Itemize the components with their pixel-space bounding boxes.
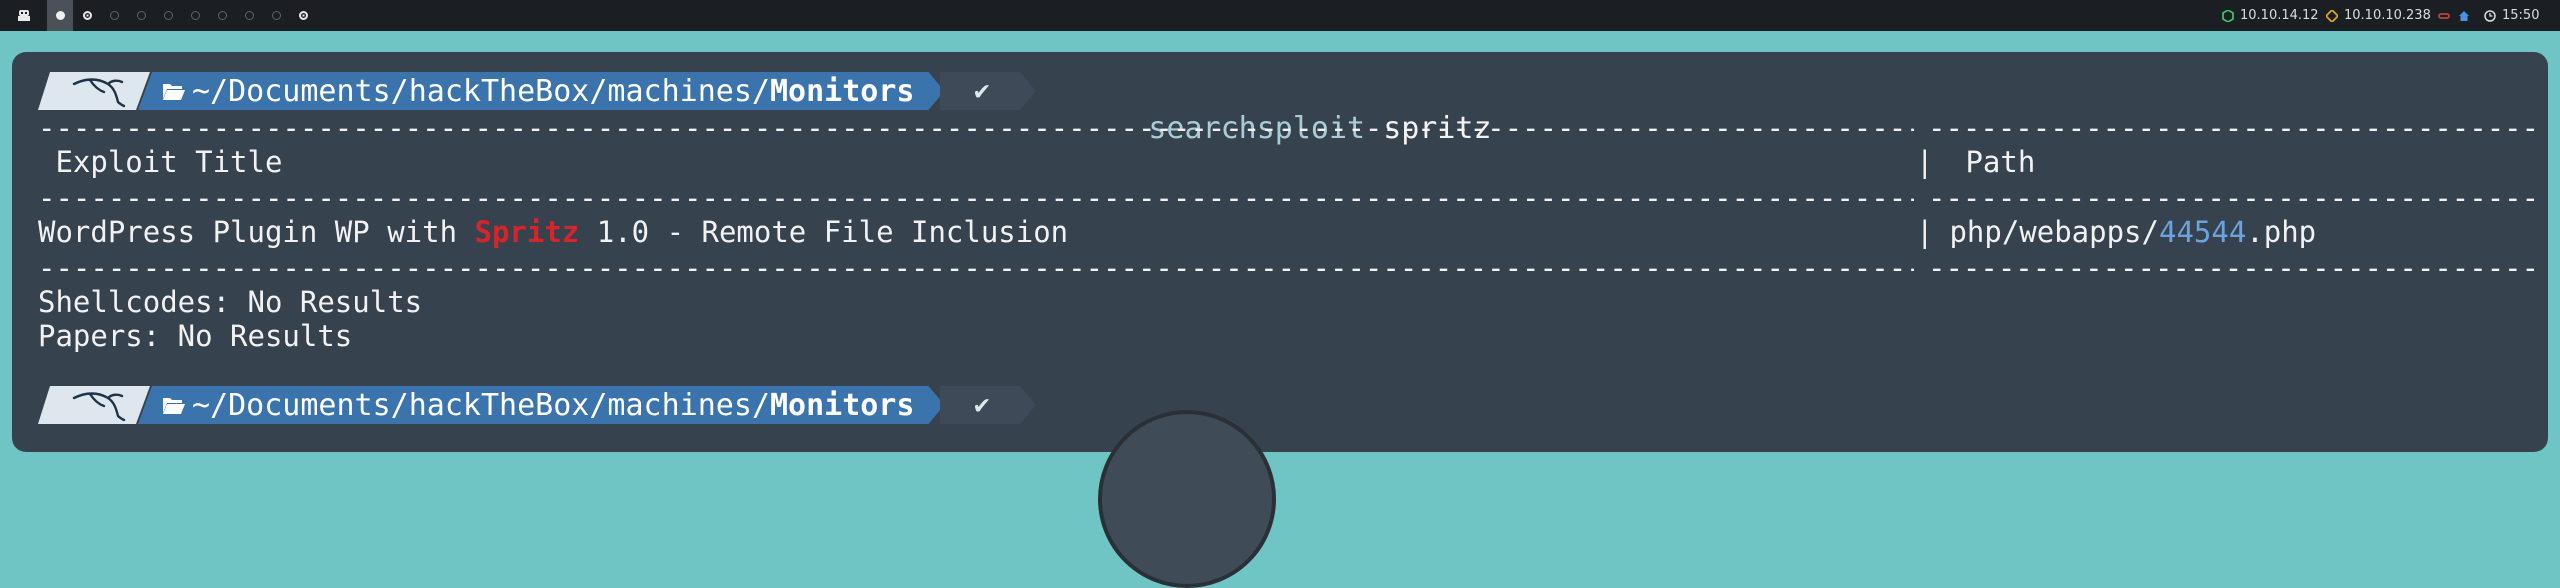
- workspace-3[interactable]: [101, 0, 127, 31]
- table-rule-left: ----------------------------------------…: [38, 188, 1914, 208]
- table-row: WordPress Plugin WP with Spritz 1.0 - Re…: [38, 214, 1068, 250]
- clock-widget: 15:50: [2484, 0, 2539, 31]
- clock-time: 15:50: [2502, 8, 2540, 23]
- target-ip-widget: 10.10.10.238: [2326, 0, 2431, 31]
- workspace-6[interactable]: [182, 0, 208, 31]
- table-header-path: Path: [1948, 145, 2036, 179]
- success-check-icon: ✔: [974, 390, 990, 420]
- workspace-indicator-icon: [217, 11, 227, 20]
- papers-result: Papers: No Results: [38, 319, 353, 353]
- kali-dragon-icon: [68, 386, 128, 424]
- workspace-7[interactable]: [209, 0, 235, 31]
- workspace-9[interactable]: [263, 0, 289, 31]
- folder-open-icon: [162, 81, 186, 101]
- workspace-5[interactable]: [155, 0, 181, 31]
- prompt-os-segment: [38, 386, 150, 424]
- workspace-10[interactable]: [290, 0, 316, 31]
- path-prefix: ~/Documents/hackTheBox/machines/: [192, 387, 770, 423]
- terminal-window[interactable]: ~/Documents/hackTheBox/machines/Monitors…: [12, 52, 2548, 588]
- table-rule-right: ----------------------------------------…: [1928, 258, 2534, 278]
- table-rule-left: ----------------------------------------…: [38, 118, 1914, 138]
- prompt-status-segment: ✔: [940, 386, 1036, 424]
- workspace-indicator-icon: [190, 11, 200, 20]
- search-match-highlight: Spritz: [474, 215, 580, 249]
- vpn-widget: [2438, 0, 2450, 31]
- table-rule-left: ----------------------------------------…: [38, 258, 1914, 278]
- path-prefix: ~/Documents/hackTheBox/machines/: [192, 73, 770, 109]
- workspace-8[interactable]: [236, 0, 262, 31]
- background-decoration: [1098, 410, 1276, 588]
- exploit-title-suffix: 1.0 - Remote File Inclusion: [579, 215, 1069, 249]
- workspace-indicator-icon: [136, 11, 146, 20]
- table-header-title: Exploit Title: [38, 145, 283, 179]
- workspace-1[interactable]: [47, 0, 73, 31]
- workspace-indicator-icon: [271, 11, 281, 20]
- folder-open-icon: [162, 395, 186, 415]
- home-widget[interactable]: [2458, 0, 2470, 31]
- path-current: Monitors: [769, 387, 915, 423]
- target-ip: 10.10.10.238: [2344, 8, 2431, 23]
- workspace-indicator-icon: [298, 11, 308, 20]
- exploit-title-prefix: WordPress Plugin WP with: [38, 215, 475, 249]
- kali-dragon-icon: [68, 72, 128, 110]
- success-check-icon: ✔: [974, 76, 990, 106]
- exploit-id: 44544: [2158, 215, 2247, 249]
- workspace-indicator-icon: [82, 11, 92, 20]
- command-line: searchsploit spritz: [1040, 72, 1491, 146]
- workspace-indicator-icon: [55, 11, 65, 20]
- local-ip: 10.10.14.12: [2240, 8, 2319, 23]
- clock-icon: [2484, 9, 2496, 22]
- prompt-status-segment: ✔: [940, 72, 1036, 110]
- table-rule-right: ----------------------------------------…: [1928, 188, 2534, 208]
- vpn-icon: [2438, 12, 2450, 19]
- prompt-path-segment: ~/Documents/hackTheBox/machines/Monitors: [138, 72, 944, 110]
- shellcodes-result: Shellcodes: No Results: [38, 285, 423, 319]
- top-bar: 10.10.14.12 10.10.10.238 15:50: [0, 0, 2560, 31]
- exploit-path-ext: .php: [2246, 215, 2317, 249]
- exploit-path-dir: php/webapps/: [1932, 215, 2159, 249]
- table-rule-right: ----------------------------------------…: [1928, 118, 2534, 138]
- workspace-indicator-icon: [163, 11, 173, 20]
- local-ip-widget: 10.10.14.12: [2222, 0, 2319, 31]
- app-menu-icon[interactable]: [17, 9, 31, 22]
- prompt-path-segment: ~/Documents/hackTheBox/machines/Monitors: [138, 386, 944, 424]
- workspace-indicator-icon: [244, 11, 254, 20]
- table-row-separator: |: [1916, 215, 1934, 249]
- path-current: Monitors: [769, 73, 915, 109]
- workspace-indicator-icon: [109, 11, 119, 20]
- table-header-separator: |: [1916, 145, 1934, 179]
- workspace-2[interactable]: [74, 0, 100, 31]
- network-icon: [2222, 9, 2234, 22]
- prompt-os-segment: [38, 72, 150, 110]
- workspace-4[interactable]: [128, 0, 154, 31]
- home-icon: [2459, 10, 2469, 21]
- target-icon: [2326, 9, 2338, 22]
- exploit-path: php/webapps/44544.php: [1932, 214, 2316, 250]
